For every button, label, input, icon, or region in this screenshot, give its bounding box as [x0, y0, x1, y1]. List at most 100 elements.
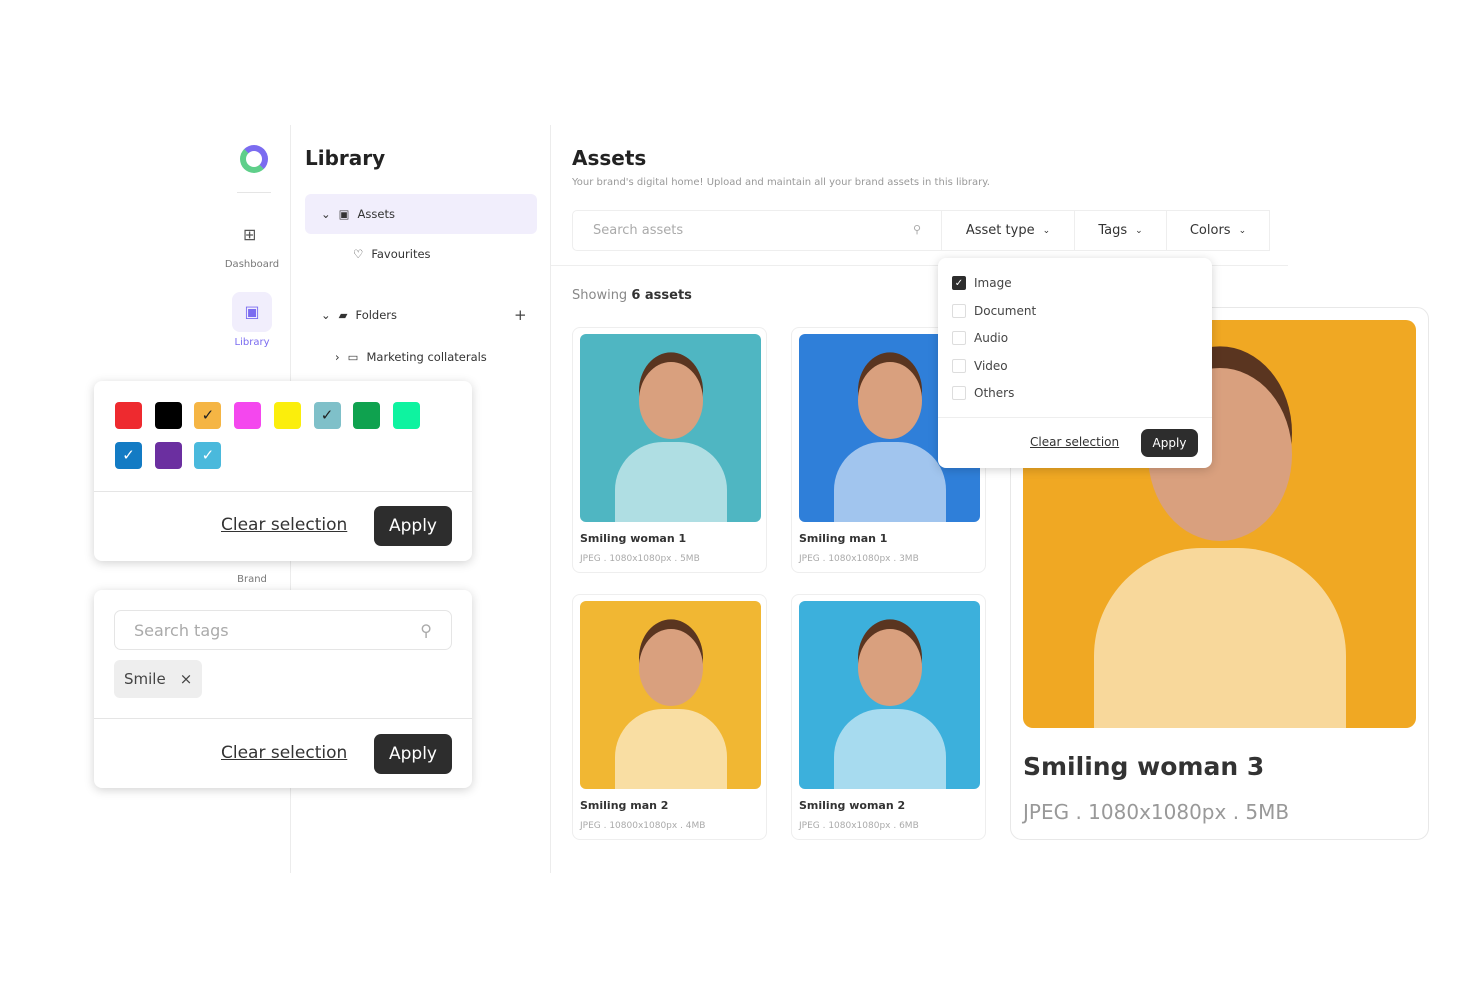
search-placeholder: Search assets: [593, 223, 684, 238]
page-title: Assets: [572, 146, 647, 170]
person-photo: [833, 629, 946, 789]
divider: [94, 718, 472, 719]
preview-meta: JPEG . 1080x1080px . 5MB: [1023, 800, 1290, 824]
asset-card[interactable]: Smiling woman 1 JPEG . 1080x1080px . 5MB: [572, 327, 767, 573]
add-folder-button[interactable]: +: [514, 306, 527, 324]
search-assets-input[interactable]: Search assets ⚲: [572, 210, 942, 251]
asset-title: Smiling man 2: [580, 799, 669, 812]
option-image[interactable]: ✓ Image: [952, 276, 1012, 290]
chevron-down-icon: ⌄: [321, 308, 331, 322]
close-icon[interactable]: ×: [180, 670, 193, 688]
color-swatch[interactable]: ✓: [194, 402, 222, 429]
tree-label: Folders: [355, 308, 398, 322]
tree-favourites[interactable]: ♡ Favourites: [353, 247, 431, 261]
color-swatch[interactable]: [115, 402, 142, 429]
asset-thumbnail: [580, 334, 761, 522]
asset-thumbnail: [799, 601, 980, 789]
asset-card[interactable]: Smiling man 2 JPEG . 10800x1080px . 4MB: [572, 594, 767, 840]
checkbox[interactable]: [952, 303, 966, 318]
folder-image-icon[interactable]: ▣: [232, 292, 272, 332]
option-label: Document: [974, 303, 1037, 318]
filter-asset-type[interactable]: Asset type ⌄: [942, 210, 1075, 251]
asset-type-dropdown: ✓ Image Document Audio Video Others Clear sel…: [938, 258, 1212, 468]
color-swatch[interactable]: ✓: [194, 442, 222, 469]
asset-title: Smiling woman 2: [799, 799, 906, 812]
search-icon: ⚲: [912, 223, 921, 236]
apply-button[interactable]: Apply: [374, 734, 452, 774]
option-others[interactable]: Others: [952, 386, 1014, 400]
showing-count: Showing 6 assets: [572, 288, 692, 303]
folder-icon: ▭: [347, 350, 359, 364]
color-swatch[interactable]: [392, 402, 420, 429]
preview-title: Smiling woman 3: [1023, 752, 1265, 781]
logo-divider: [237, 192, 271, 193]
clear-selection-button[interactable]: Clear selection: [221, 743, 347, 763]
color-swatch[interactable]: [154, 402, 182, 429]
asset-title: Smiling woman 1: [580, 532, 687, 545]
chevron-down-icon: ⌄: [321, 207, 331, 221]
color-swatch[interactable]: ✓: [313, 402, 341, 429]
clear-selection-button[interactable]: Clear selection: [221, 515, 347, 535]
showing-prefix: Showing: [572, 288, 628, 303]
filter-tags[interactable]: Tags ⌄: [1075, 210, 1167, 251]
checkbox[interactable]: [952, 358, 966, 373]
option-video[interactable]: Video: [952, 358, 1008, 373]
colors-popover: ✓ ✓ ✓ ✓ Clear selection Apply: [94, 381, 472, 561]
asset-thumbnail: [580, 601, 761, 789]
apply-button[interactable]: Apply: [1141, 429, 1198, 457]
grid-icon[interactable]: ⊞: [243, 225, 256, 244]
color-swatch[interactable]: [273, 402, 301, 429]
tree-folders[interactable]: ⌄ ▰ Folders: [321, 308, 397, 322]
library-title: Library: [305, 146, 386, 170]
tree-assets[interactable]: ⌄ ▣ Assets: [305, 194, 537, 234]
filter-colors[interactable]: Colors ⌄: [1167, 210, 1270, 251]
search-icon: ⚲: [420, 621, 432, 640]
filter-label: Tags: [1098, 223, 1128, 238]
checkbox[interactable]: [952, 331, 966, 345]
divider: [938, 417, 1212, 418]
option-audio[interactable]: Audio: [952, 331, 1008, 345]
option-document[interactable]: Document: [952, 303, 1037, 318]
tree-label: Marketing collaterals: [366, 350, 487, 364]
asset-meta: JPEG . 1080x1080px . 6MB: [799, 821, 919, 831]
color-swatch[interactable]: [154, 442, 182, 469]
color-swatch[interactable]: ✓: [115, 442, 142, 469]
option-label: Video: [974, 358, 1008, 373]
rail-dashboard[interactable]: Dashboard: [217, 259, 287, 270]
color-swatch[interactable]: [234, 402, 262, 429]
tree-marketing[interactable]: › ▭ Marketing collaterals: [335, 350, 487, 364]
library-divider: [550, 125, 551, 873]
checkbox[interactable]: ✓: [952, 276, 966, 290]
rail-brand[interactable]: Brand: [217, 574, 287, 585]
chevron-down-icon: ⌄: [1238, 225, 1247, 236]
filter-label: Colors: [1189, 223, 1231, 238]
assets-icon: ▣: [338, 207, 350, 221]
folders-icon: ▰: [338, 308, 348, 322]
checkbox[interactable]: [952, 386, 966, 400]
person-photo: [833, 362, 946, 522]
divider: [94, 491, 472, 492]
person-photo: [614, 629, 727, 789]
color-swatch[interactable]: [353, 402, 381, 429]
tags-popover: Search tags ⚲ Smile × Clear selection Appl…: [94, 590, 472, 788]
clear-selection-button[interactable]: Clear selection: [1030, 435, 1119, 449]
option-label: Audio: [974, 331, 1009, 345]
asset-meta: JPEG . 1080x1080px . 5MB: [580, 554, 700, 564]
tree-label: Assets: [357, 207, 395, 221]
asset-meta: JPEG . 1080x1080px . 3MB: [799, 554, 919, 564]
person-photo: [614, 362, 727, 522]
tree-label: Favourites: [371, 247, 431, 261]
search-tags-input[interactable]: Search tags ⚲: [114, 610, 452, 650]
option-label: Others: [974, 386, 1015, 400]
chevron-right-icon: ›: [335, 350, 340, 364]
apply-button[interactable]: Apply: [374, 506, 452, 546]
asset-card[interactable]: Smiling woman 2 JPEG . 1080x1080px . 6MB: [791, 594, 986, 840]
chevron-down-icon: ⌄: [1042, 225, 1051, 236]
option-label: Image: [974, 276, 1012, 290]
app-logo[interactable]: [240, 145, 268, 173]
chevron-down-icon: ⌄: [1135, 225, 1143, 236]
filter-label: Asset type: [965, 223, 1035, 238]
showing-number: 6 assets: [631, 288, 692, 303]
rail-library[interactable]: Library: [217, 337, 287, 348]
asset-title: Smiling man 1: [799, 532, 888, 545]
